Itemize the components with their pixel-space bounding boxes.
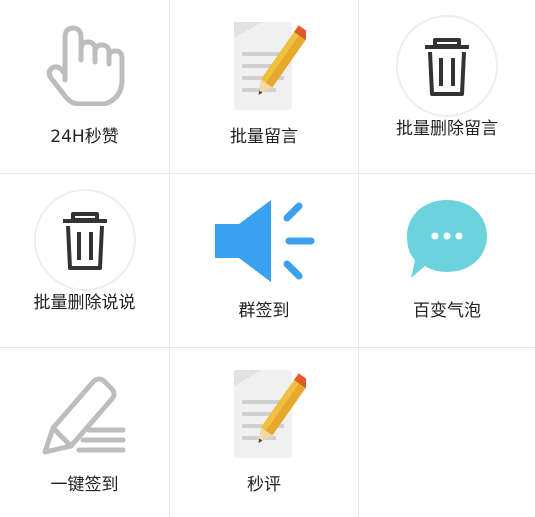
menu-item-label: 群签到: [238, 301, 290, 321]
trash-icon: [395, 14, 499, 118]
trash-icon: [33, 188, 137, 292]
notepad-pencil-icon: [222, 366, 306, 462]
menu-item-one-click-checkin[interactable]: 一键签到: [0, 348, 170, 517]
menu-item-label: 批量删除留言: [396, 119, 498, 139]
menu-item-label: 批量删除说说: [33, 293, 136, 313]
menu-item-label: 秒评: [247, 475, 281, 495]
speaker-icon: [209, 196, 319, 286]
menu-item-24h-like[interactable]: 24H秒赞: [0, 0, 170, 174]
hand-pointer-icon: [35, 20, 135, 106]
menu-item-batch-comment[interactable]: 批量留言: [170, 0, 359, 174]
menu-item-label: 一键签到: [50, 475, 119, 495]
menu-item-batch-delete-posts[interactable]: 批量删除说说: [0, 174, 170, 348]
menu-item-bubble-style[interactable]: 百变气泡: [359, 174, 535, 348]
notepad-pencil-icon: [222, 18, 306, 114]
menu-item-batch-delete-comments[interactable]: 批量删除留言: [359, 0, 535, 174]
menu-item-label: 24H秒赞: [50, 127, 119, 147]
feature-grid: 24H秒赞 批量留言 批量删除留言 批量删除说说 群签到 百变气泡 一键签到 秒…: [0, 0, 535, 517]
pencil-edit-icon: [35, 368, 135, 460]
menu-item-group-checkin[interactable]: 群签到: [170, 174, 359, 348]
menu-item-label: 批量留言: [230, 127, 298, 147]
menu-item-instant-comment[interactable]: 秒评: [170, 348, 359, 517]
chat-bubble-icon: [403, 196, 491, 282]
empty-cell: [359, 348, 535, 517]
menu-item-label: 百变气泡: [413, 301, 481, 321]
